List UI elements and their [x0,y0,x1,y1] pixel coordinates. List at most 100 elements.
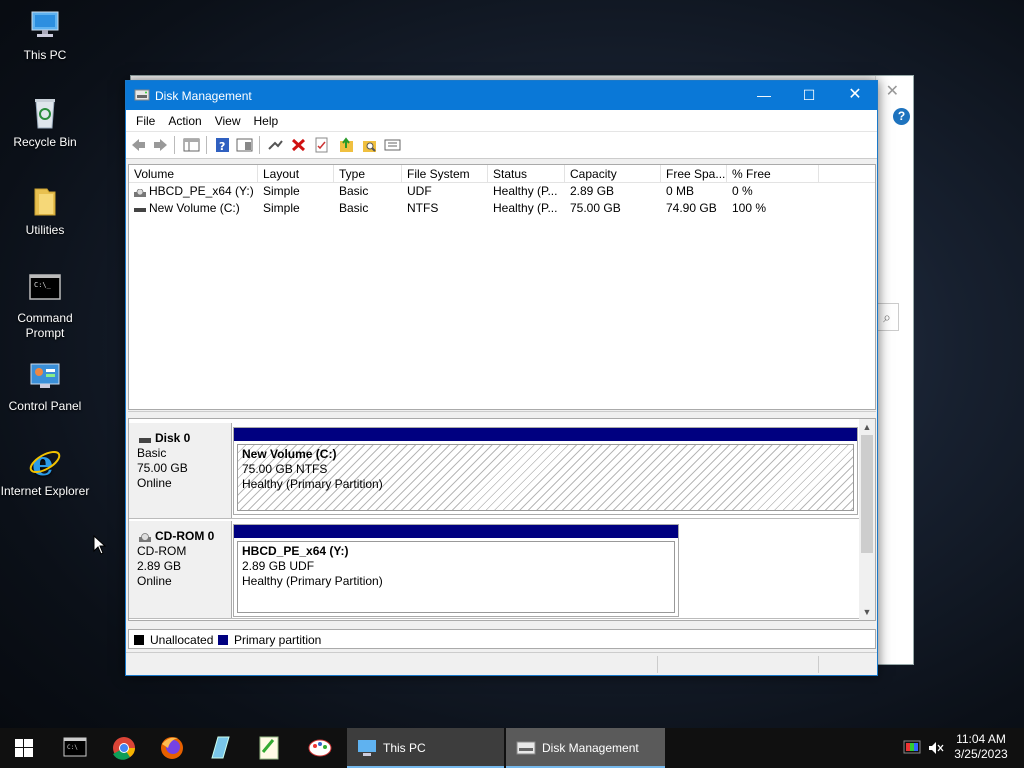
svg-text:e: e [32,444,54,480]
command-prompt-icon: C:\_ [27,271,63,307]
clock-date: 3/25/2023 [954,747,1008,761]
scroll-up-icon[interactable]: ▲ [859,419,875,435]
column-header-volume[interactable]: Volume [129,165,258,183]
table-row[interactable]: New Volume (C:) Simple Basic NTFS Health… [129,200,875,217]
unallocated-swatch [134,635,144,645]
minimize-button[interactable]: — [741,81,787,110]
cell-free-space: 0 MB [666,184,695,198]
partition-y[interactable]: HBCD_PE_x64 (Y:) 2.89 GB UDF Healthy (Pr… [233,524,679,617]
column-header-type[interactable]: Type [334,165,402,183]
desktop-icon-recycle-bin[interactable]: Recycle Bin [0,95,90,150]
desktop-icon-this-pc[interactable]: This PC [0,8,90,63]
show-hide-pane-icon[interactable] [236,137,253,153]
disk-label[interactable]: CD-ROM 0 CD-ROM 2.89 GB Online [129,521,232,618]
partition-body: HBCD_PE_x64 (Y:) 2.89 GB UDF Healthy (Pr… [237,541,675,613]
disk-row-disk-0: Disk 0 Basic 75.00 GB Online New Volume … [129,423,860,519]
desktop-icon-label: Command Prompt [17,311,73,340]
control-panel-icon [27,359,63,395]
disk-management-window: Disk Management — ☐ ✕ File Action View H… [125,80,878,676]
taskbar-task-this-pc[interactable]: This PC [347,728,504,768]
start-icon[interactable] [0,728,48,768]
scroll-down-icon[interactable]: ▼ [859,604,875,620]
title-bar[interactable]: Disk Management — ☐ ✕ [126,81,877,110]
console-tree-icon[interactable] [183,137,200,153]
chrome-icon[interactable] [100,728,148,768]
desktop-icon-label: Internet Explorer [0,484,90,498]
desktop-icon-internet-explorer[interactable]: e Internet Explorer [0,444,90,499]
cell-type: Basic [339,201,369,215]
desktop-icon-command-prompt[interactable]: C:\_ Command Prompt [0,271,90,341]
partition-detail: 2.89 GB UDF [242,559,315,573]
column-header-file-system[interactable]: File System [402,165,488,183]
desktop-icon-control-panel[interactable]: Control Panel [0,359,90,414]
cell-status: Healthy (P... [493,201,558,215]
this-pc-icon [27,8,63,44]
clock[interactable]: 11:04 AM 3/25/2023 [950,732,1012,762]
view-options-icon[interactable] [384,137,401,153]
delete-icon[interactable] [290,137,307,153]
cell-capacity: 75.00 GB [570,201,621,215]
maximize-button[interactable]: ☐ [786,81,832,110]
help-icon[interactable]: ? [214,137,231,153]
disk-map-scrollbar[interactable]: ▲ ▼ [859,419,875,620]
partition-detail: 75.00 GB NTFS [242,462,328,476]
svg-text:?: ? [219,140,225,153]
cell-layout: Simple [263,184,300,198]
firefox-icon[interactable] [148,728,196,768]
partition-body: New Volume (C:) 75.00 GB NTFS Healthy (P… [237,444,854,511]
menu-action[interactable]: Action [162,110,208,131]
volume-muted-icon[interactable] [927,740,945,759]
help-icon[interactable]: ? [893,108,910,125]
cell-layout: Simple [263,201,300,215]
status-bar [126,652,877,675]
disk-name: Disk 0 [155,431,191,445]
hard-drive-icon [139,434,151,443]
taskbar-task-disk-management[interactable]: Disk Management [506,728,665,768]
window-title: Disk Management [155,89,252,103]
legend-primary: Primary partition [234,633,322,647]
paint-icon[interactable] [296,728,344,768]
column-header-status[interactable]: Status [488,165,565,183]
partition-c[interactable]: New Volume (C:) 75.00 GB NTFS Healthy (P… [233,427,858,515]
disk-management-icon [516,741,536,755]
close-button[interactable]: ✕ [832,81,878,110]
column-header-free-space[interactable]: Free Spa... [661,165,727,183]
find-folder-icon[interactable] [361,137,378,153]
color-icon[interactable] [903,740,921,759]
cell-file-system: UDF [407,184,432,198]
menu-view[interactable]: View [209,110,248,131]
command-prompt-icon[interactable]: C:\ [50,728,98,768]
cell-volume: New Volume (C:) [149,201,240,215]
table-row[interactable]: HBCD_PE_x64 (Y:) Simple Basic UDF Health… [129,183,875,200]
desktop-icon-label: Utilities [25,223,65,237]
toolbar-separator [174,136,175,154]
notepad-icon[interactable] [196,728,244,768]
disk-row-cd-rom-0: CD-ROM 0 CD-ROM 2.89 GB Online HBCD_PE_x… [129,521,860,619]
menu-file[interactable]: File [130,110,162,131]
scrollbar-thumb[interactable] [861,435,873,553]
cell-capacity: 2.89 GB [570,184,615,198]
pane-splitter[interactable] [128,411,876,417]
cell-status: Healthy (P... [493,184,558,198]
folder-icon [27,183,63,219]
search-icon[interactable]: ⌕ [875,303,899,331]
notepad-plus-icon[interactable] [245,728,293,768]
forward-icon[interactable] [152,137,169,153]
properties-icon[interactable] [313,137,330,153]
desktop-icon-label: Recycle Bin [13,135,77,149]
column-header-layout[interactable]: Layout [258,165,334,183]
back-icon[interactable] [130,137,147,153]
disk-kind: CD-ROM [137,544,187,558]
column-header-percent-free[interactable]: % Free [727,165,819,183]
cd-drive-icon [134,187,146,197]
partition-title: New Volume (C:) [242,447,337,461]
connect-icon[interactable] [267,137,284,153]
disk-label[interactable]: Disk 0 Basic 75.00 GB Online [129,423,232,518]
folder-up-icon[interactable] [338,137,355,153]
cell-percent-free: 100 % [732,201,767,215]
menu-help[interactable]: Help [248,110,286,131]
disk-kind: Basic [137,446,167,460]
task-label: This PC [383,741,426,755]
desktop-icon-utilities[interactable]: Utilities [0,183,90,238]
column-header-capacity[interactable]: Capacity [565,165,661,183]
